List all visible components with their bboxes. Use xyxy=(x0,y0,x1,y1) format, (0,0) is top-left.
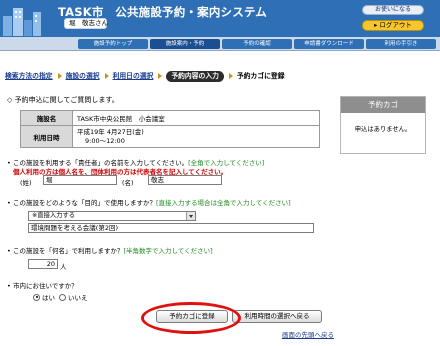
tab-form-download[interactable]: 申請書ダウンロード xyxy=(294,39,364,49)
breadcrumb-facility-select[interactable]: 施設の選択 xyxy=(66,72,100,80)
diamond-icon: ◇ xyxy=(7,96,13,104)
time-value: 9:00～12:00 xyxy=(85,136,125,145)
breadcrumb-date-select[interactable]: 利用日の選択 xyxy=(113,72,154,80)
chevron-right-icon xyxy=(104,73,109,79)
back-to-top-link[interactable]: 画面の先頭へ戻る xyxy=(282,329,334,339)
residence-yes-label[interactable]: はい xyxy=(42,292,55,302)
chevron-right-icon xyxy=(158,73,163,79)
breadcrumb-current-step: 予約内容の入力 xyxy=(166,71,224,82)
last-name-input[interactable]: 堀 xyxy=(43,175,117,185)
city-buildings-icon xyxy=(3,8,41,36)
q4-question: • 市内にお住いですか？ xyxy=(7,280,78,290)
chevron-right-icon xyxy=(228,73,233,79)
facility-label: 施設名 xyxy=(20,110,73,126)
first-name-input[interactable]: 敬志 xyxy=(148,175,222,185)
date-value: 平成19年 4月27日(金) xyxy=(77,127,144,136)
user-name-badge: 堀 敬志さん xyxy=(64,18,108,29)
breadcrumb-search-method[interactable]: 検索方法の指定 xyxy=(5,72,53,80)
cart-title: 予約カゴ xyxy=(341,97,425,113)
app-header: TASK市 公共施設予約・案内システム 堀 敬志さん お使いになる ▸ ログアウ… xyxy=(0,0,440,37)
logout-button[interactable]: ▸ ログアウト xyxy=(362,20,424,31)
people-count-input[interactable]: 20 xyxy=(28,259,58,269)
q2-text: この施設をどのような「目的」で使用しますか？ xyxy=(13,199,156,207)
back-to-time-button[interactable]: 利用時間の選択へ戻る xyxy=(232,310,322,323)
q3-question: • この施設を「何名」で利用しますか？[半角数字で入力してください] xyxy=(7,245,213,255)
purpose-select-value: ※直接入力する xyxy=(32,212,76,219)
reservation-info-table: 施設名 TASK市中央公民館 小会議室 利用日時 平成19年 4月27日(金) … xyxy=(20,110,320,148)
section-heading: ◇ 予約申込に関してご質問します。 xyxy=(7,95,119,105)
residence-no-label[interactable]: いいえ xyxy=(68,292,88,302)
q3-text: この施設を「何名」で利用しますか？ xyxy=(13,247,124,255)
datetime-value: 平成19年 4月27日(金) 9:00～12:00 xyxy=(72,125,320,148)
chevron-down-icon[interactable] xyxy=(186,212,195,220)
q4-text: 市内にお住いですか？ xyxy=(13,282,78,290)
help-button[interactable]: お使いになる xyxy=(362,5,424,15)
q3-hint: [半角数字で入力してください] xyxy=(123,247,213,255)
tab-reservation-top[interactable]: 施設予約トップ xyxy=(78,39,148,49)
residence-radio-group: はい いいえ xyxy=(33,292,88,302)
main-nav: 施設予約トップ 施設案内・予約 予約の確認 申請書ダウンロード 利用の手引き xyxy=(0,37,440,51)
reservation-cart-panel: 予約カゴ 申込はありません。 xyxy=(340,96,426,154)
tab-user-guide[interactable]: 利用の手引き xyxy=(366,39,436,49)
chevron-right-icon xyxy=(57,73,62,79)
first-name-label: (名) xyxy=(122,179,134,187)
residence-yes-radio[interactable] xyxy=(33,293,40,301)
add-to-cart-button[interactable]: 予約カゴに登録 xyxy=(156,310,228,323)
tab-reservation-check[interactable]: 予約の確認 xyxy=(222,39,292,49)
q2-hint: [直接入力する場合は全角で入力してください] xyxy=(156,199,291,207)
last-name-label: (姓) xyxy=(20,179,32,187)
purpose-input[interactable]: 環境問題を考える会議(第2回) xyxy=(28,223,314,233)
breadcrumb: 検索方法の指定 施設の選択 利用日の選択 予約内容の入力 予約カゴに登録 xyxy=(5,71,285,82)
breadcrumb-next-step: 予約カゴに登録 xyxy=(236,72,285,80)
facility-value: TASK市中央公民館 小会議室 xyxy=(72,110,320,126)
purpose-select[interactable]: ※直接入力する xyxy=(28,211,196,221)
residence-no-radio[interactable] xyxy=(59,293,66,301)
section-heading-text: 予約申込に関してご質問します。 xyxy=(14,96,119,104)
tab-facility-guide[interactable]: 施設案内・予約 xyxy=(150,39,220,49)
datetime-label: 利用日時 xyxy=(20,125,73,148)
cart-empty-message: 申込はありません。 xyxy=(354,126,412,133)
q2-question: • この施設をどのような「目的」で使用しますか？[直接入力する場合は全角で入力して… xyxy=(7,197,291,207)
people-count-unit: 人 xyxy=(60,263,67,271)
